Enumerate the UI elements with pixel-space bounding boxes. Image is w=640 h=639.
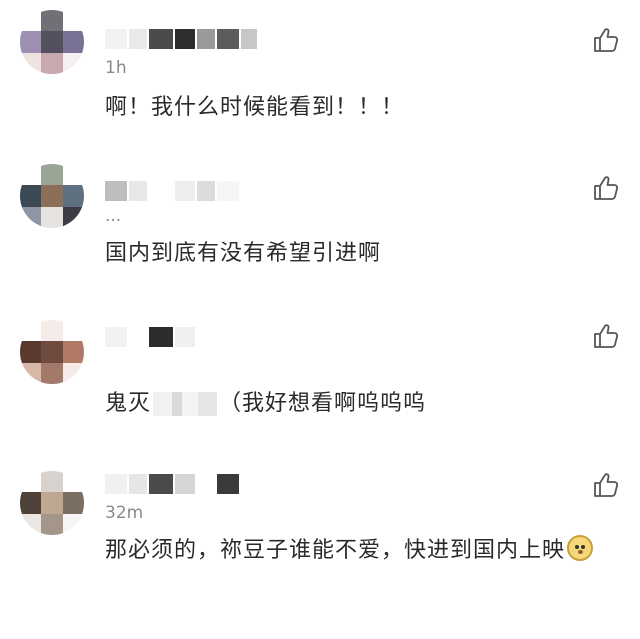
avatar-pixel [20,31,42,53]
avatar-pixel [41,164,63,186]
username-pixel [175,474,195,494]
username-pixel [197,29,215,49]
thumbs-up-icon [594,473,619,497]
username-pixel [241,29,257,49]
username-pixel [129,181,147,201]
username-pixel [105,181,127,201]
username-pixel [175,181,195,201]
thumbs-up-icon [594,324,619,348]
comment-text: 那必须的，祢豆子谁能不爱，快进到国内上映 [105,533,630,569]
avatar-pixel [20,341,42,363]
username-pixel [197,181,215,201]
avatar-pixel [41,492,63,514]
avatar-pixel [20,320,42,342]
comment-item: ... 国内到底有没有希望引进啊 [0,150,640,300]
username-pixel [105,327,127,347]
avatar-pixel [20,471,42,493]
avatar-pixel [62,52,84,74]
avatar[interactable] [20,320,84,384]
like-button[interactable] [592,322,620,350]
like-button[interactable] [592,26,620,54]
avatar-pixel [41,185,63,207]
comment-time: ... [105,206,122,226]
avatar[interactable] [20,471,84,535]
comment-item: 32m 那必须的，祢豆子谁能不爱，快进到国内上映 [0,455,640,639]
like-button[interactable] [592,174,620,202]
username-pixel [105,474,127,494]
username-pixel [149,327,173,347]
comment-item: 鬼灭 （我好想看啊呜呜呜 [0,300,640,450]
avatar-pixel [62,362,84,384]
username-redacted[interactable] [105,473,239,495]
avatar-pixel [20,513,42,535]
username-pixel [217,474,239,494]
avatar-pixel [20,185,42,207]
avatar-pixel [41,341,63,363]
username-redacted[interactable] [105,180,239,202]
avatar-pixel [62,471,84,493]
avatar-pixel [41,206,63,228]
avatar-pixel [62,185,84,207]
avatar-pixel [41,362,63,384]
avatar-pixel [41,10,63,32]
avatar-pixel [20,362,42,384]
comment-text: 国内到底有没有希望引进啊 [105,241,382,266]
username-pixel [197,474,215,494]
avatar-pixel [20,492,42,514]
comment-text: 鬼灭 （我好想看啊呜呜呜 [105,386,625,422]
avatar-pixel [62,320,84,342]
comment-text-start: 鬼灭 [105,391,152,416]
avatar-pixel [62,164,84,186]
username-redacted[interactable] [105,28,257,50]
username-pixel [149,474,173,494]
username-pixel [175,29,195,49]
avatar-pixel [20,10,42,32]
comment-item: 1h 啊！我什么时候能看到！！！ [0,0,640,150]
avatar-pixel [20,206,42,228]
avatar-pixel [62,10,84,32]
username-pixel [105,29,127,49]
avatar[interactable] [20,10,84,74]
comment-text-content: 那必须的，祢豆子谁能不爱，快进到国内上映 [105,538,566,563]
comment-text: 啊！我什么时候能看到！！！ [105,95,405,120]
comment-time: 32m [105,503,144,523]
username-pixel [129,327,147,347]
username-pixel [175,327,195,347]
comment-time: 1h [105,58,127,78]
dog-face-emoji-icon [567,535,594,561]
username-pixel [217,29,239,49]
thumbs-up-icon [594,176,619,200]
avatar-pixel [41,513,63,535]
avatar-pixel [62,341,84,363]
redacted-text-mosaic [153,392,218,416]
avatar-pixel [20,164,42,186]
avatar-pixel [41,320,63,342]
avatar-pixel [20,52,42,74]
username-pixel [129,29,147,49]
avatar-pixel [41,52,63,74]
like-button[interactable] [592,471,620,499]
comment-text-end: （我好想看啊呜呜呜 [219,391,427,416]
avatar-pixel [62,513,84,535]
username-redacted[interactable] [105,326,195,348]
username-pixel [129,474,147,494]
avatar-pixel [62,31,84,53]
avatar-pixel [62,492,84,514]
avatar-pixel [41,31,63,53]
username-pixel [217,181,239,201]
avatar-pixel [62,206,84,228]
avatar[interactable] [20,164,84,228]
username-pixel [149,29,173,49]
username-pixel [149,181,173,201]
thumbs-up-icon [594,28,619,52]
avatar-pixel [41,471,63,493]
